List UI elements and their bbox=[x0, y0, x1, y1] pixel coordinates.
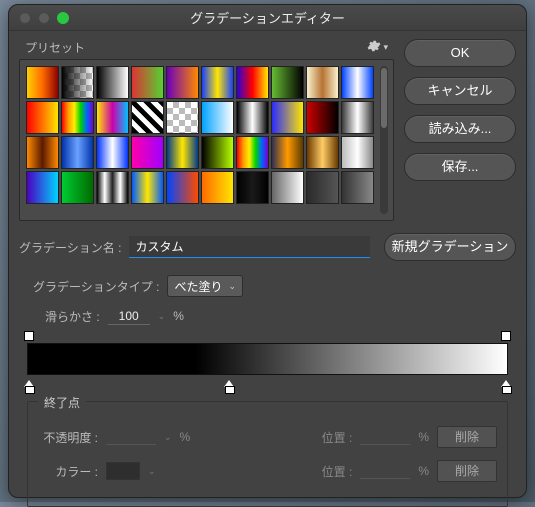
preset-swatch[interactable] bbox=[201, 171, 234, 204]
preset-swatch[interactable] bbox=[26, 171, 59, 204]
smoothness-label: 滑らかさ : bbox=[45, 308, 100, 325]
preset-swatch[interactable] bbox=[166, 136, 199, 169]
smoothness-input[interactable] bbox=[108, 307, 150, 325]
minimize-icon[interactable] bbox=[38, 12, 50, 24]
opacity-stop-right[interactable] bbox=[501, 331, 511, 341]
preset-swatch[interactable] bbox=[61, 171, 94, 204]
preset-swatch[interactable] bbox=[61, 101, 94, 134]
cancel-button[interactable]: キャンセル bbox=[404, 77, 516, 105]
preset-swatch[interactable] bbox=[306, 136, 339, 169]
color-position-unit: % bbox=[418, 464, 429, 478]
color-position-label: 位置 : bbox=[322, 463, 353, 480]
preset-swatch[interactable] bbox=[306, 101, 339, 134]
opacity-delete-button[interactable]: 削除 bbox=[437, 426, 497, 448]
gradient-name-input[interactable] bbox=[129, 236, 370, 258]
gear-icon[interactable] bbox=[367, 39, 381, 56]
smoothness-stepper-icon[interactable]: ⌄ bbox=[158, 311, 166, 322]
preset-swatch[interactable] bbox=[306, 66, 339, 99]
color-stop-mid[interactable] bbox=[224, 375, 234, 387]
smoothness-unit: % bbox=[173, 309, 184, 323]
presets-grid bbox=[26, 66, 374, 214]
preset-swatch[interactable] bbox=[26, 136, 59, 169]
preset-swatch[interactable] bbox=[131, 136, 164, 169]
presets-label: プリセット bbox=[25, 39, 85, 56]
color-stepper-icon[interactable]: ⌄ bbox=[148, 466, 156, 477]
ok-button[interactable]: OK bbox=[404, 39, 516, 67]
opacity-stepper-icon[interactable]: ⌄ bbox=[164, 432, 172, 443]
new-gradient-button[interactable]: 新規グラデーション bbox=[384, 233, 516, 261]
color-label: カラー : bbox=[38, 463, 98, 480]
color-stop-left[interactable] bbox=[24, 375, 34, 387]
gradient-ramp[interactable] bbox=[27, 343, 508, 375]
preset-swatch[interactable] bbox=[166, 66, 199, 99]
presets-scrollbar[interactable] bbox=[380, 66, 388, 214]
preset-swatch[interactable] bbox=[341, 171, 374, 204]
preset-swatch[interactable] bbox=[26, 66, 59, 99]
preset-swatch[interactable] bbox=[271, 66, 304, 99]
zoom-icon[interactable] bbox=[57, 12, 69, 24]
preset-swatch[interactable] bbox=[341, 101, 374, 134]
opacity-label: 不透明度 : bbox=[38, 429, 98, 446]
opacity-position-input[interactable] bbox=[360, 429, 410, 445]
load-button[interactable]: 読み込み... bbox=[404, 115, 516, 143]
preset-swatch[interactable] bbox=[341, 66, 374, 99]
preset-swatch[interactable] bbox=[131, 171, 164, 204]
color-delete-button[interactable]: 削除 bbox=[437, 460, 497, 482]
preset-swatch[interactable] bbox=[61, 66, 94, 99]
chevron-down-icon: ⌄ bbox=[228, 281, 236, 292]
preset-swatch[interactable] bbox=[131, 66, 164, 99]
preset-swatch[interactable] bbox=[201, 101, 234, 134]
preset-swatch[interactable] bbox=[96, 171, 129, 204]
preset-swatch[interactable] bbox=[96, 66, 129, 99]
gradient-name-label: グラデーション名 : bbox=[19, 239, 121, 256]
preset-swatch[interactable] bbox=[201, 136, 234, 169]
preset-swatch[interactable] bbox=[96, 101, 129, 134]
preset-swatch[interactable] bbox=[341, 136, 374, 169]
preset-swatch[interactable] bbox=[306, 171, 339, 204]
preset-swatch[interactable] bbox=[271, 136, 304, 169]
opacity-stop-left[interactable] bbox=[24, 331, 34, 341]
preset-swatch[interactable] bbox=[166, 171, 199, 204]
preset-swatch[interactable] bbox=[236, 136, 269, 169]
close-icon[interactable] bbox=[19, 12, 31, 24]
gradient-bar[interactable] bbox=[27, 343, 508, 375]
opacity-position-label: 位置 : bbox=[322, 429, 353, 446]
gradient-type-select[interactable]: べた塗り ⌄ bbox=[167, 275, 243, 297]
stops-group: 終了点 不透明度 : ⌄ % 位置 : % 削除 カラー : ⌄ 位置 : % bbox=[27, 401, 508, 507]
preset-swatch[interactable] bbox=[61, 136, 94, 169]
opacity-input[interactable] bbox=[106, 429, 156, 445]
opacity-position-unit: % bbox=[418, 430, 429, 444]
opacity-unit: % bbox=[180, 430, 191, 444]
preset-swatch[interactable] bbox=[96, 136, 129, 169]
color-swatch[interactable] bbox=[106, 462, 140, 480]
gradient-type-label: グラデーションタイプ : bbox=[33, 278, 159, 295]
save-button[interactable]: 保存... bbox=[404, 153, 516, 181]
presets-panel bbox=[19, 59, 394, 221]
window-controls bbox=[9, 12, 69, 24]
preset-swatch[interactable] bbox=[201, 66, 234, 99]
titlebar[interactable]: グラデーションエディター bbox=[9, 5, 526, 31]
color-stop-right[interactable] bbox=[501, 375, 511, 387]
preset-swatch[interactable] bbox=[271, 101, 304, 134]
preset-swatch[interactable] bbox=[131, 101, 164, 134]
gear-menu-chevron[interactable]: ▾ bbox=[383, 42, 388, 53]
gradient-editor-window: グラデーションエディター プリセット ▾ OK キャンセル bbox=[8, 4, 527, 498]
content-area: プリセット ▾ OK キャンセル 読み込み... 保存... グラデーシ bbox=[9, 31, 526, 497]
preset-swatch[interactable] bbox=[236, 101, 269, 134]
gradient-type-value: べた塗り bbox=[174, 278, 222, 295]
preset-swatch[interactable] bbox=[236, 171, 269, 204]
preset-swatch[interactable] bbox=[236, 66, 269, 99]
color-position-input[interactable] bbox=[360, 463, 410, 479]
window-title: グラデーションエディター bbox=[9, 8, 526, 27]
stops-legend: 終了点 bbox=[38, 394, 86, 411]
preset-swatch[interactable] bbox=[26, 101, 59, 134]
preset-swatch[interactable] bbox=[166, 101, 199, 134]
preset-swatch[interactable] bbox=[271, 171, 304, 204]
